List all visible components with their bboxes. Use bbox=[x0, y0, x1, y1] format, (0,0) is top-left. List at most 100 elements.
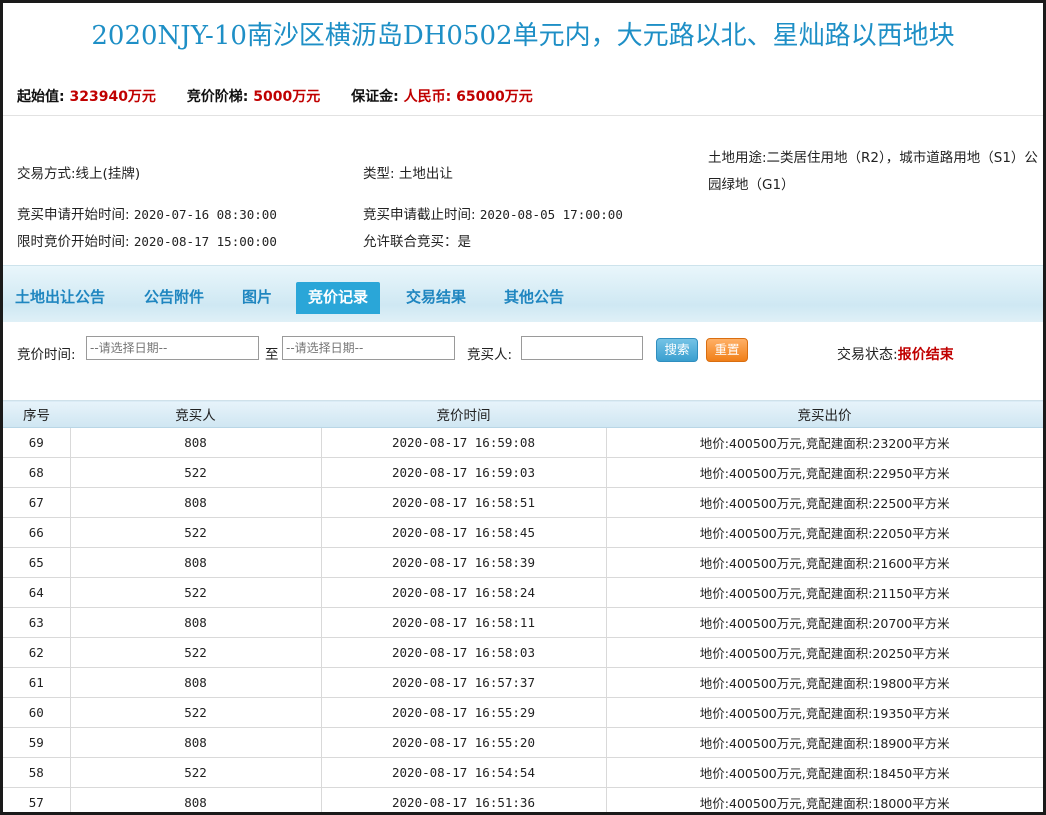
trade-mode: 交易方式:线上(挂牌) bbox=[17, 166, 141, 182]
cell-bid-time: 2020-08-17 16:57:37 bbox=[321, 667, 607, 698]
tab-images[interactable]: 图片 bbox=[242, 286, 272, 307]
joint-bid: 允许联合竞买：是 bbox=[363, 234, 471, 250]
cell-bidder: 808 bbox=[70, 787, 322, 812]
cell-bid-offer: 地价:400500万元,竞配建面积:18000平方米 bbox=[606, 787, 1043, 812]
bidder-input[interactable] bbox=[521, 336, 643, 360]
table-row: 61 808 2020-08-17 16:57:37 地价:400500万元,竞配建面… bbox=[3, 667, 1043, 698]
cell-seq: 60 bbox=[3, 697, 71, 728]
apply-end-row: 竞买申请截止时间: 2020-08-05 17:00:00 bbox=[363, 203, 623, 223]
trade-status-value: 报价结束 bbox=[897, 347, 954, 363]
cell-bid-time: 2020-08-17 16:59:08 bbox=[321, 427, 607, 458]
cell-bid-offer: 地价:400500万元,竞配建面积:22500平方米 bbox=[606, 487, 1043, 518]
table-row: 69 808 2020-08-17 16:59:08 地价:400500万元,竞配建面… bbox=[3, 427, 1043, 458]
price-summary: 起始值: 323940万元 竞价阶梯: 5000万元 保证金: 人民币: 650… bbox=[17, 86, 559, 106]
search-button[interactable]: 搜索 bbox=[656, 338, 698, 362]
cell-bid-time: 2020-08-17 16:55:29 bbox=[321, 697, 607, 728]
cell-bidder: 808 bbox=[70, 667, 322, 698]
table-header-row: 序号 竞买人 竞价时间 竞买出价 bbox=[3, 400, 1043, 428]
cell-seq: 62 bbox=[3, 637, 71, 668]
trade-status-label: 交易状态: bbox=[837, 347, 898, 363]
cell-bid-offer: 地价:400500万元,竞配建面积:19800平方米 bbox=[606, 667, 1043, 698]
bid-step-label: 竞价阶梯: bbox=[186, 89, 249, 105]
cell-bid-offer: 地价:400500万元,竞配建面积:22050平方米 bbox=[606, 517, 1043, 548]
cell-bid-offer: 地价:400500万元,竞配建面积:20250平方米 bbox=[606, 637, 1043, 668]
cell-bid-time: 2020-08-17 16:59:03 bbox=[321, 457, 607, 488]
cell-bid-time: 2020-08-17 16:58:45 bbox=[321, 517, 607, 548]
cell-bid-offer: 地价:400500万元,竞配建面积:18450平方米 bbox=[606, 757, 1043, 788]
trade-status: 交易状态:报价结束 bbox=[837, 344, 954, 364]
table-row: 57 808 2020-08-17 16:51:36 地价:400500万元,竞配建面… bbox=[3, 787, 1043, 812]
bid-start-row: 限时竞价开始时间: 2020-08-17 15:00:00 bbox=[17, 230, 277, 250]
tab-other-announcements[interactable]: 其他公告 bbox=[504, 286, 564, 307]
table-row: 58 522 2020-08-17 16:54:54 地价:400500万元,竞配建面… bbox=[3, 757, 1043, 788]
cell-seq: 65 bbox=[3, 547, 71, 578]
bid-records-table: 序号 竞买人 竞价时间 竞买出价 69 808 2020-08-17 16:59:0… bbox=[3, 400, 1043, 812]
cell-bid-time: 2020-08-17 16:55:20 bbox=[321, 727, 607, 758]
apply-start-value: 2020-07-16 08:30:00 bbox=[133, 207, 277, 222]
table-row: 66 522 2020-08-17 16:58:45 地价:400500万元,竞配建面… bbox=[3, 517, 1043, 548]
cell-bid-offer: 地价:400500万元,竞配建面积:21150平方米 bbox=[606, 577, 1043, 608]
deposit-label: 保证金: bbox=[351, 89, 399, 105]
date-to-input[interactable] bbox=[282, 336, 455, 360]
cell-bid-time: 2020-08-17 16:51:36 bbox=[321, 787, 607, 812]
table-row: 67 808 2020-08-17 16:58:51 地价:400500万元,竞配建面… bbox=[3, 487, 1043, 518]
cell-seq: 59 bbox=[3, 727, 71, 758]
cell-bid-offer: 地价:400500万元,竞配建面积:18900平方米 bbox=[606, 727, 1043, 758]
cell-bid-offer: 地价:400500万元,竞配建面积:22950平方米 bbox=[606, 457, 1043, 488]
cell-bid-offer: 地价:400500万元,竞配建面积:23200平方米 bbox=[606, 427, 1043, 458]
tab-bid-records[interactable]: 竞价记录 bbox=[296, 282, 381, 314]
bid-start-label: 限时竞价开始时间: bbox=[17, 234, 130, 250]
cell-bidder: 522 bbox=[70, 517, 322, 548]
header-bid-time: 竞价时间 bbox=[321, 400, 606, 428]
tab-trade-result[interactable]: 交易结果 bbox=[406, 286, 466, 307]
cell-bidder: 808 bbox=[70, 487, 322, 518]
cell-seq: 64 bbox=[3, 577, 71, 608]
cell-bid-offer: 地价:400500万元,竞配建面积:21600平方米 bbox=[606, 547, 1043, 578]
divider bbox=[3, 115, 1043, 116]
header-bidder: 竞买人 bbox=[70, 400, 321, 428]
cell-bid-offer: 地价:400500万元,竞配建面积:20700平方米 bbox=[606, 607, 1043, 638]
table-row: 59 808 2020-08-17 16:55:20 地价:400500万元,竞配建面… bbox=[3, 727, 1043, 758]
land-use: 土地用途:二类居住用地（R2），城市道路用地（S1）公园绿地（G1） bbox=[708, 150, 1038, 193]
cell-bid-time: 2020-08-17 16:58:11 bbox=[321, 607, 607, 638]
cell-bid-time: 2020-08-17 16:58:03 bbox=[321, 637, 607, 668]
date-from-input[interactable] bbox=[86, 336, 259, 360]
bid-step-value: 5000万元 bbox=[253, 89, 321, 105]
cell-seq: 57 bbox=[3, 787, 71, 812]
cell-bidder: 522 bbox=[70, 757, 322, 788]
cell-bidder: 522 bbox=[70, 697, 322, 728]
table-row: 68 522 2020-08-17 16:59:03 地价:400500万元,竞配建面… bbox=[3, 457, 1043, 488]
cell-bidder: 522 bbox=[70, 457, 322, 488]
table-row: 62 522 2020-08-17 16:58:03 地价:400500万元,竞配建面… bbox=[3, 637, 1043, 668]
header-bid-offer: 竞买出价 bbox=[606, 400, 1043, 428]
reset-button[interactable]: 重置 bbox=[706, 338, 748, 362]
apply-start-row: 竞买申请开始时间: 2020-07-16 08:30:00 bbox=[17, 203, 277, 223]
cell-bidder: 522 bbox=[70, 577, 322, 608]
cell-seq: 68 bbox=[3, 457, 71, 488]
cell-bidder: 808 bbox=[70, 607, 322, 638]
cell-seq: 66 bbox=[3, 517, 71, 548]
apply-start-label: 竞买申请开始时间: bbox=[17, 207, 130, 223]
apply-end-value: 2020-08-05 17:00:00 bbox=[479, 207, 623, 222]
cell-seq: 67 bbox=[3, 487, 71, 518]
bid-time-label: 竞价时间: bbox=[17, 347, 76, 363]
cell-seq: 61 bbox=[3, 667, 71, 698]
cell-bid-time: 2020-08-17 16:54:54 bbox=[321, 757, 607, 788]
header-seq: 序号 bbox=[3, 400, 70, 428]
table-row: 63 808 2020-08-17 16:58:11 地价:400500万元,竞配建面… bbox=[3, 607, 1043, 638]
cell-seq: 69 bbox=[3, 427, 71, 458]
cell-bidder: 808 bbox=[70, 547, 322, 578]
page-frame: 2020NJY-10南沙区横沥岛DH0502单元内，大元路以北、星灿路以西地块 … bbox=[0, 0, 1046, 815]
cell-seq: 63 bbox=[3, 607, 71, 638]
cell-bid-time: 2020-08-17 16:58:51 bbox=[321, 487, 607, 518]
table-row: 65 808 2020-08-17 16:58:39 地价:400500万元,竞配建面… bbox=[3, 547, 1043, 578]
cell-seq: 58 bbox=[3, 757, 71, 788]
tab-land-announcement[interactable]: 土地出让公告 bbox=[15, 286, 105, 307]
cell-bidder: 808 bbox=[70, 727, 322, 758]
table-row: 60 522 2020-08-17 16:55:29 地价:400500万元,竞配建面… bbox=[3, 697, 1043, 728]
tab-bar: 土地出让公告 公告附件 图片 竞价记录 交易结果 其他公告 bbox=[3, 265, 1043, 322]
cell-bidder: 522 bbox=[70, 637, 322, 668]
cell-bid-offer: 地价:400500万元,竞配建面积:19350平方米 bbox=[606, 697, 1043, 728]
tab-attachments[interactable]: 公告附件 bbox=[144, 286, 204, 307]
page-title: 2020NJY-10南沙区横沥岛DH0502单元内，大元路以北、星灿路以西地块 bbox=[91, 21, 955, 51]
